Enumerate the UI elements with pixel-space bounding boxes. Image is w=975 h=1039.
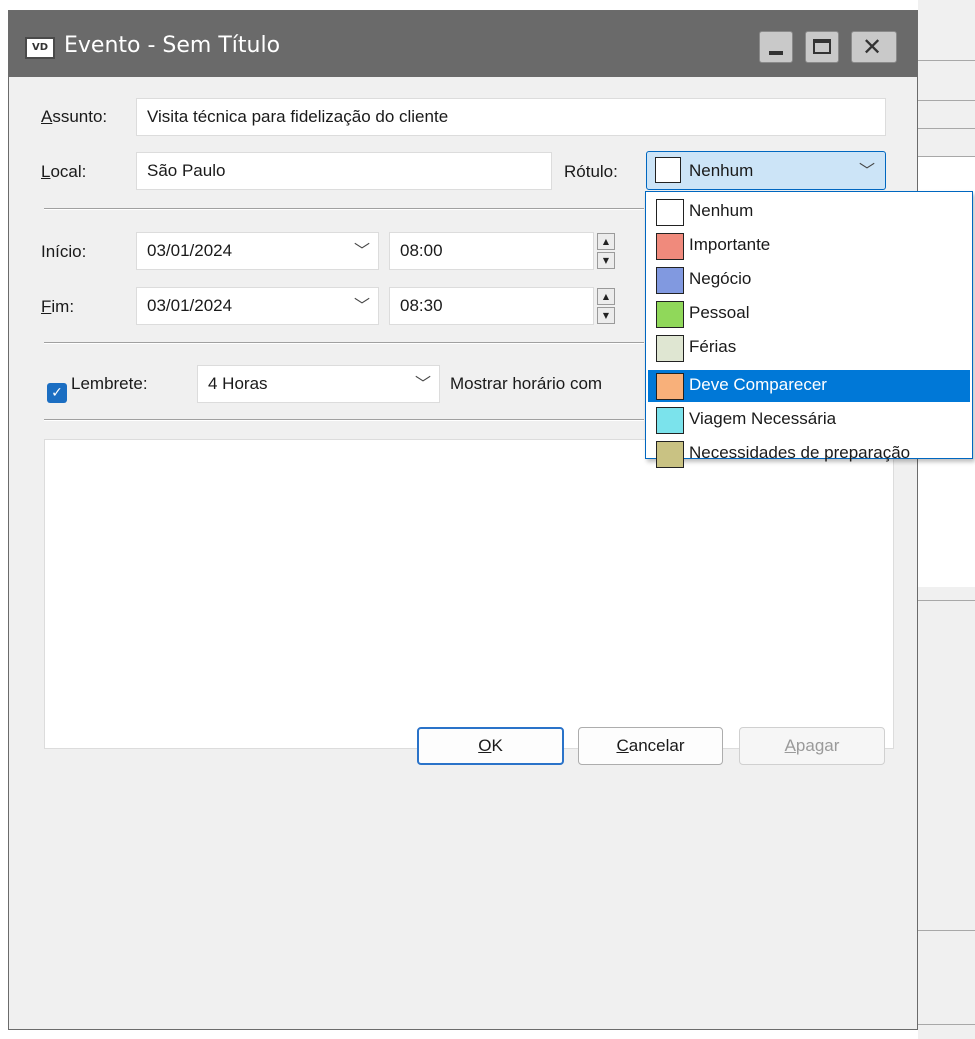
title-bar[interactable]: VD Evento - Sem Título ✕ [9,11,917,77]
fim-date-picker[interactable]: 03/01/2024 ﹀ [136,287,379,325]
mostrar-horario-label: Mostrar horário com [450,374,603,393]
fim-time-spinner[interactable]: ▲ ▼ [597,287,615,325]
check-icon: ✓ [51,385,63,401]
rotulo-dropdown-list: Nenhum Importante Negócio Pessoal Férias Deve… [645,191,973,468]
minimize-button[interactable] [759,31,793,63]
background-divider [918,600,975,601]
background-divider [918,128,975,129]
background-divider [918,1024,975,1025]
spin-up-icon[interactable]: ▲ [597,233,615,250]
label-color-swatch [656,373,684,400]
divider [44,208,644,210]
divider [44,342,644,344]
maximize-button[interactable] [805,31,839,63]
lembrete-label: Lembrete: [71,374,148,393]
lembrete-value: 4 Horas [208,374,268,393]
spin-up-icon[interactable]: ▲ [597,288,615,305]
label-color-swatch [656,335,684,362]
local-label: Local: [41,162,87,181]
rotulo-label: Rótulo: [564,162,618,181]
inicio-time-input[interactable]: 08:00 [389,232,594,270]
maximize-icon [813,39,831,54]
rotulo-option[interactable]: Deve Comparecer [648,370,970,402]
background-divider [918,100,975,101]
rotulo-option-label: Férias [689,337,737,356]
label-color-swatch [655,157,681,183]
spin-down-icon[interactable]: ▼ [597,252,615,269]
label-color-swatch [656,267,684,294]
fim-date-value: 03/01/2024 [147,296,233,315]
rotulo-option-label: Nenhum [689,201,754,220]
rotulo-option[interactable]: Pessoal [648,298,970,330]
minimize-icon [769,51,783,55]
window-title: Evento - Sem Título [64,33,281,58]
rotulo-option-label: Viagem Necessária [689,409,837,428]
fim-label: Fim: [41,297,75,316]
label-color-swatch [656,301,684,328]
local-input[interactable]: São Paulo [136,152,552,190]
inicio-date-picker[interactable]: 03/01/2024 ﹀ [136,232,379,270]
notes-textarea[interactable] [44,439,894,749]
assunto-label: Assunto: [41,107,108,126]
close-icon: ✕ [862,33,883,61]
rotulo-option[interactable]: Férias [648,332,970,364]
rotulo-option[interactable]: Viagem Necessária [648,404,970,436]
fim-time-input[interactable]: 08:30 [389,287,594,325]
inicio-time-spinner[interactable]: ▲ ▼ [597,232,615,270]
label-color-swatch [656,199,684,226]
lembrete-select[interactable]: 4 Horas ﹀ [197,365,440,403]
rotulo-option[interactable]: Importante [648,230,970,262]
divider [44,419,644,421]
app-icon: VD [25,37,55,59]
rotulo-select[interactable]: Nenhum ﹀ [646,151,886,190]
rotulo-option-label: Necessidades de preparação [689,443,911,462]
cancel-button[interactable]: Cancelar [578,727,723,765]
chevron-down-icon[interactable]: ﹀ [354,233,370,269]
label-color-swatch [656,233,684,260]
spin-down-icon[interactable]: ▼ [597,307,615,324]
inicio-label: Início: [41,242,87,261]
rotulo-option-label: Pessoal [689,303,750,322]
label-color-swatch [656,441,684,468]
rotulo-option-label: Deve Comparecer [689,375,827,394]
label-color-swatch [656,407,684,434]
rotulo-option-label: Importante [689,235,771,254]
background-divider [918,930,975,931]
chevron-down-icon[interactable]: ﹀ [415,366,431,402]
chevron-down-icon[interactable]: ﹀ [859,152,875,189]
lembrete-checkbox[interactable]: ✓ [47,383,67,403]
rotulo-option[interactable]: Necessidades de preparação [648,438,970,470]
ok-button[interactable]: OK [417,727,564,765]
assunto-input[interactable]: Visita técnica para fidelização do clien… [136,98,886,136]
rotulo-option[interactable]: Nenhum [648,196,970,228]
rotulo-value: Nenhum [689,161,754,180]
background-divider [918,60,975,61]
close-button[interactable]: ✕ [851,31,897,63]
rotulo-option[interactable]: Negócio [648,264,970,296]
chevron-down-icon[interactable]: ﹀ [354,288,370,324]
delete-button[interactable]: Apagar [739,727,885,765]
rotulo-option-label: Negócio [689,269,752,288]
inicio-date-value: 03/01/2024 [147,241,233,260]
